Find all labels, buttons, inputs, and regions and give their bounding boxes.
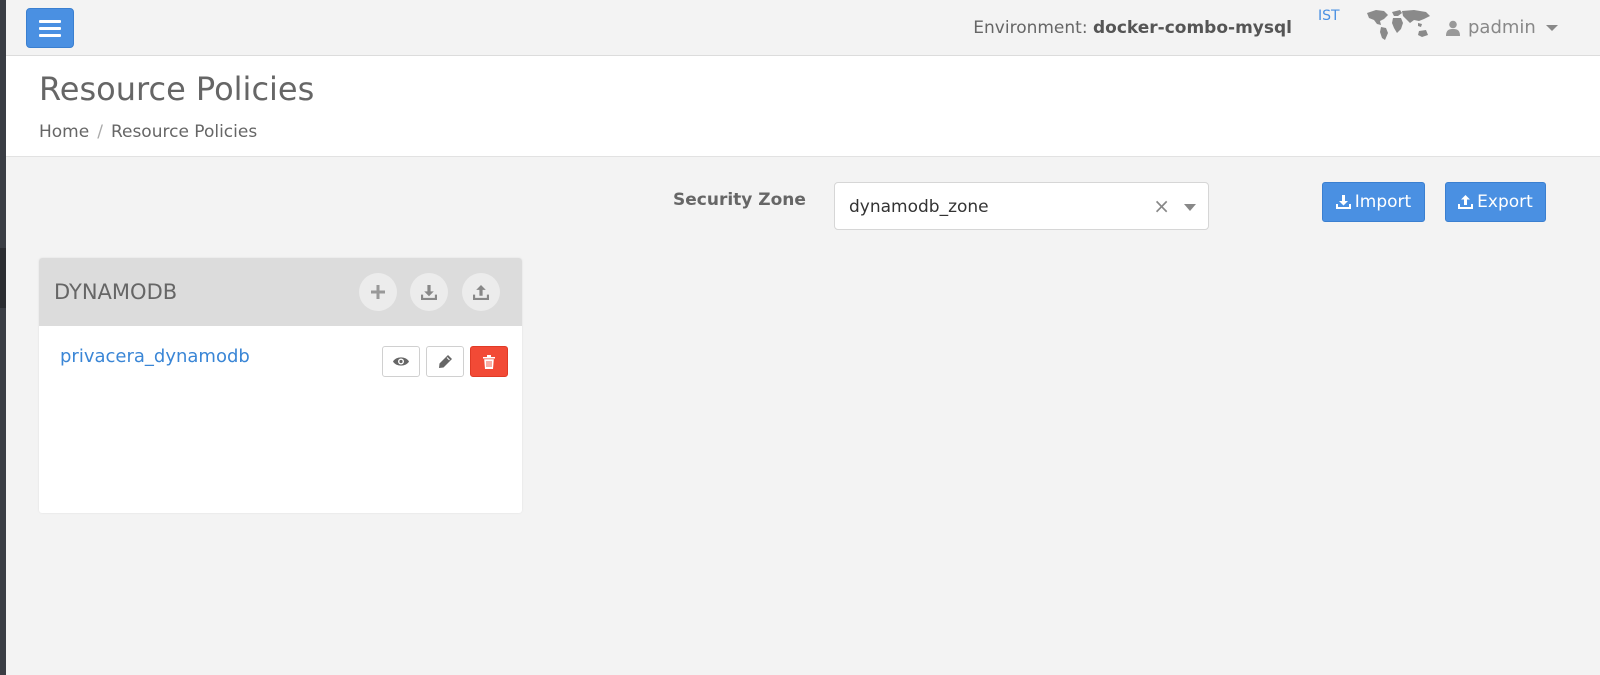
menu-toggle-button[interactable] (26, 8, 74, 48)
sidebar-edge-notch (0, 248, 6, 308)
import-service-button[interactable] (410, 273, 448, 311)
page-header: Resource Policies Home / Resource Polici… (6, 56, 1600, 157)
dropdown-arrow-icon[interactable] (1184, 204, 1196, 211)
trash-icon (483, 354, 495, 369)
environment-value: docker-combo-mysql (1092, 18, 1292, 38)
service-title: DYNAMODB (54, 280, 178, 304)
menu-icon-bar (39, 33, 61, 37)
plus-icon (371, 285, 385, 299)
menu-icon-bar (39, 19, 61, 23)
download-icon (421, 284, 437, 300)
upload-icon (1458, 195, 1474, 209)
menu-icon-bar (39, 26, 61, 30)
delete-policy-button[interactable] (470, 346, 508, 377)
breadcrumb-home[interactable]: Home (39, 122, 89, 142)
export-label: Export (1477, 192, 1533, 212)
world-map-icon[interactable] (1364, 7, 1432, 43)
username-label: padmin (1468, 17, 1536, 38)
upload-icon (473, 284, 489, 300)
policy-link[interactable]: privacera_dynamodb (60, 346, 250, 367)
policy-row: privacera_dynamodb (39, 326, 522, 390)
user-icon (1446, 20, 1460, 36)
clear-icon[interactable]: × (1153, 194, 1170, 218)
security-zone-value: dynamodb_zone (849, 197, 989, 217)
import-label: Import (1354, 192, 1412, 212)
export-button[interactable]: Export (1445, 182, 1546, 222)
service-card-header: DYNAMODB (39, 258, 522, 326)
security-zone-label: Security Zone (673, 190, 806, 210)
import-button[interactable]: Import (1322, 182, 1425, 222)
edit-policy-button[interactable] (426, 346, 464, 377)
security-zone-select[interactable]: dynamodb_zone × (834, 182, 1209, 230)
environment-label: Environment: (973, 18, 1088, 38)
chevron-down-icon (1545, 24, 1558, 31)
user-menu[interactable]: padmin (1446, 17, 1558, 38)
add-policy-button[interactable] (359, 273, 397, 311)
export-service-button[interactable] (462, 273, 500, 311)
top-bar: Environment: docker-combo-mysql IST padm… (6, 0, 1600, 56)
page-title: Resource Policies (39, 70, 315, 108)
eye-icon (393, 357, 409, 366)
environment-info: Environment: docker-combo-mysql (973, 18, 1292, 38)
pencil-icon (438, 355, 452, 368)
breadcrumb-current: Resource Policies (110, 122, 258, 142)
view-policy-button[interactable] (382, 346, 420, 377)
breadcrumb: Home / Resource Policies (39, 122, 257, 142)
breadcrumb-separator: / (97, 122, 103, 142)
service-card: DYNAMODB privacera_dynamodb (39, 258, 522, 513)
download-icon (1335, 195, 1351, 209)
timezone-link[interactable]: IST (1318, 8, 1340, 24)
